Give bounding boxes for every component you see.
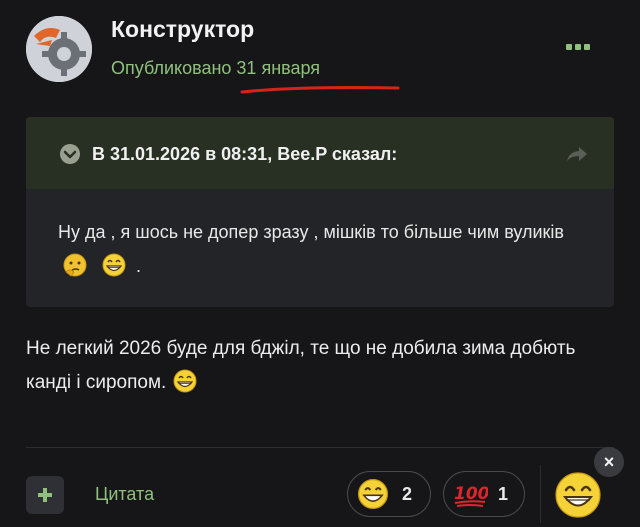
grinning-face-icon <box>102 253 126 277</box>
post-header: Конструктор Опубликовано 31 января <box>0 0 640 100</box>
hundred-points-icon: 100 <box>454 484 488 507</box>
author-name[interactable]: Конструктор <box>111 16 254 43</box>
quote-citation: В 31.01.2026 в 08:31, Bee.P сказал: <box>92 144 398 164</box>
quote-button[interactable]: Цитата <box>95 484 154 505</box>
quote-header: В 31.01.2026 в 08:31, Bee.P сказал: <box>26 117 614 189</box>
quote-text: Ну да , я шось не допер зразу , мішків т… <box>58 215 598 283</box>
red-underline-annotation <box>240 86 400 94</box>
reaction-grinning[interactable]: 2 <box>347 471 431 517</box>
published-date[interactable]: Опубликовано 31 января <box>111 58 320 79</box>
divider <box>26 447 614 448</box>
collapse-quote-icon[interactable] <box>60 144 80 164</box>
more-dots-icon[interactable] <box>566 40 596 54</box>
reactions-separator <box>540 465 541 523</box>
reaction-count: 2 <box>402 483 413 504</box>
go-to-quote-icon[interactable] <box>565 144 589 164</box>
quote-text-content: Ну да , я шось не допер зразу , мішків т… <box>58 222 564 242</box>
author-avatar[interactable] <box>26 16 92 82</box>
reaction-hundred[interactable]: 100 1 <box>443 471 525 517</box>
plus-icon <box>38 488 52 502</box>
add-reaction-icon[interactable] <box>553 470 603 520</box>
grinning-face-icon <box>173 369 197 393</box>
close-icon[interactable]: × <box>594 447 624 477</box>
thinking-face-icon <box>63 253 87 277</box>
post-body: Не легкий 2026 буде для бджіл, те що не … <box>26 332 616 400</box>
reaction-count: 1 <box>498 483 509 504</box>
grinning-face-icon <box>357 478 389 510</box>
quote-block: В 31.01.2026 в 08:31, Bee.P сказал: Ну д… <box>26 117 614 307</box>
add-quote-button[interactable] <box>26 476 64 514</box>
quote-trailing-dot: . <box>136 256 142 276</box>
post-body-text: Не легкий 2026 буде для бджіл, те що не … <box>26 338 576 393</box>
